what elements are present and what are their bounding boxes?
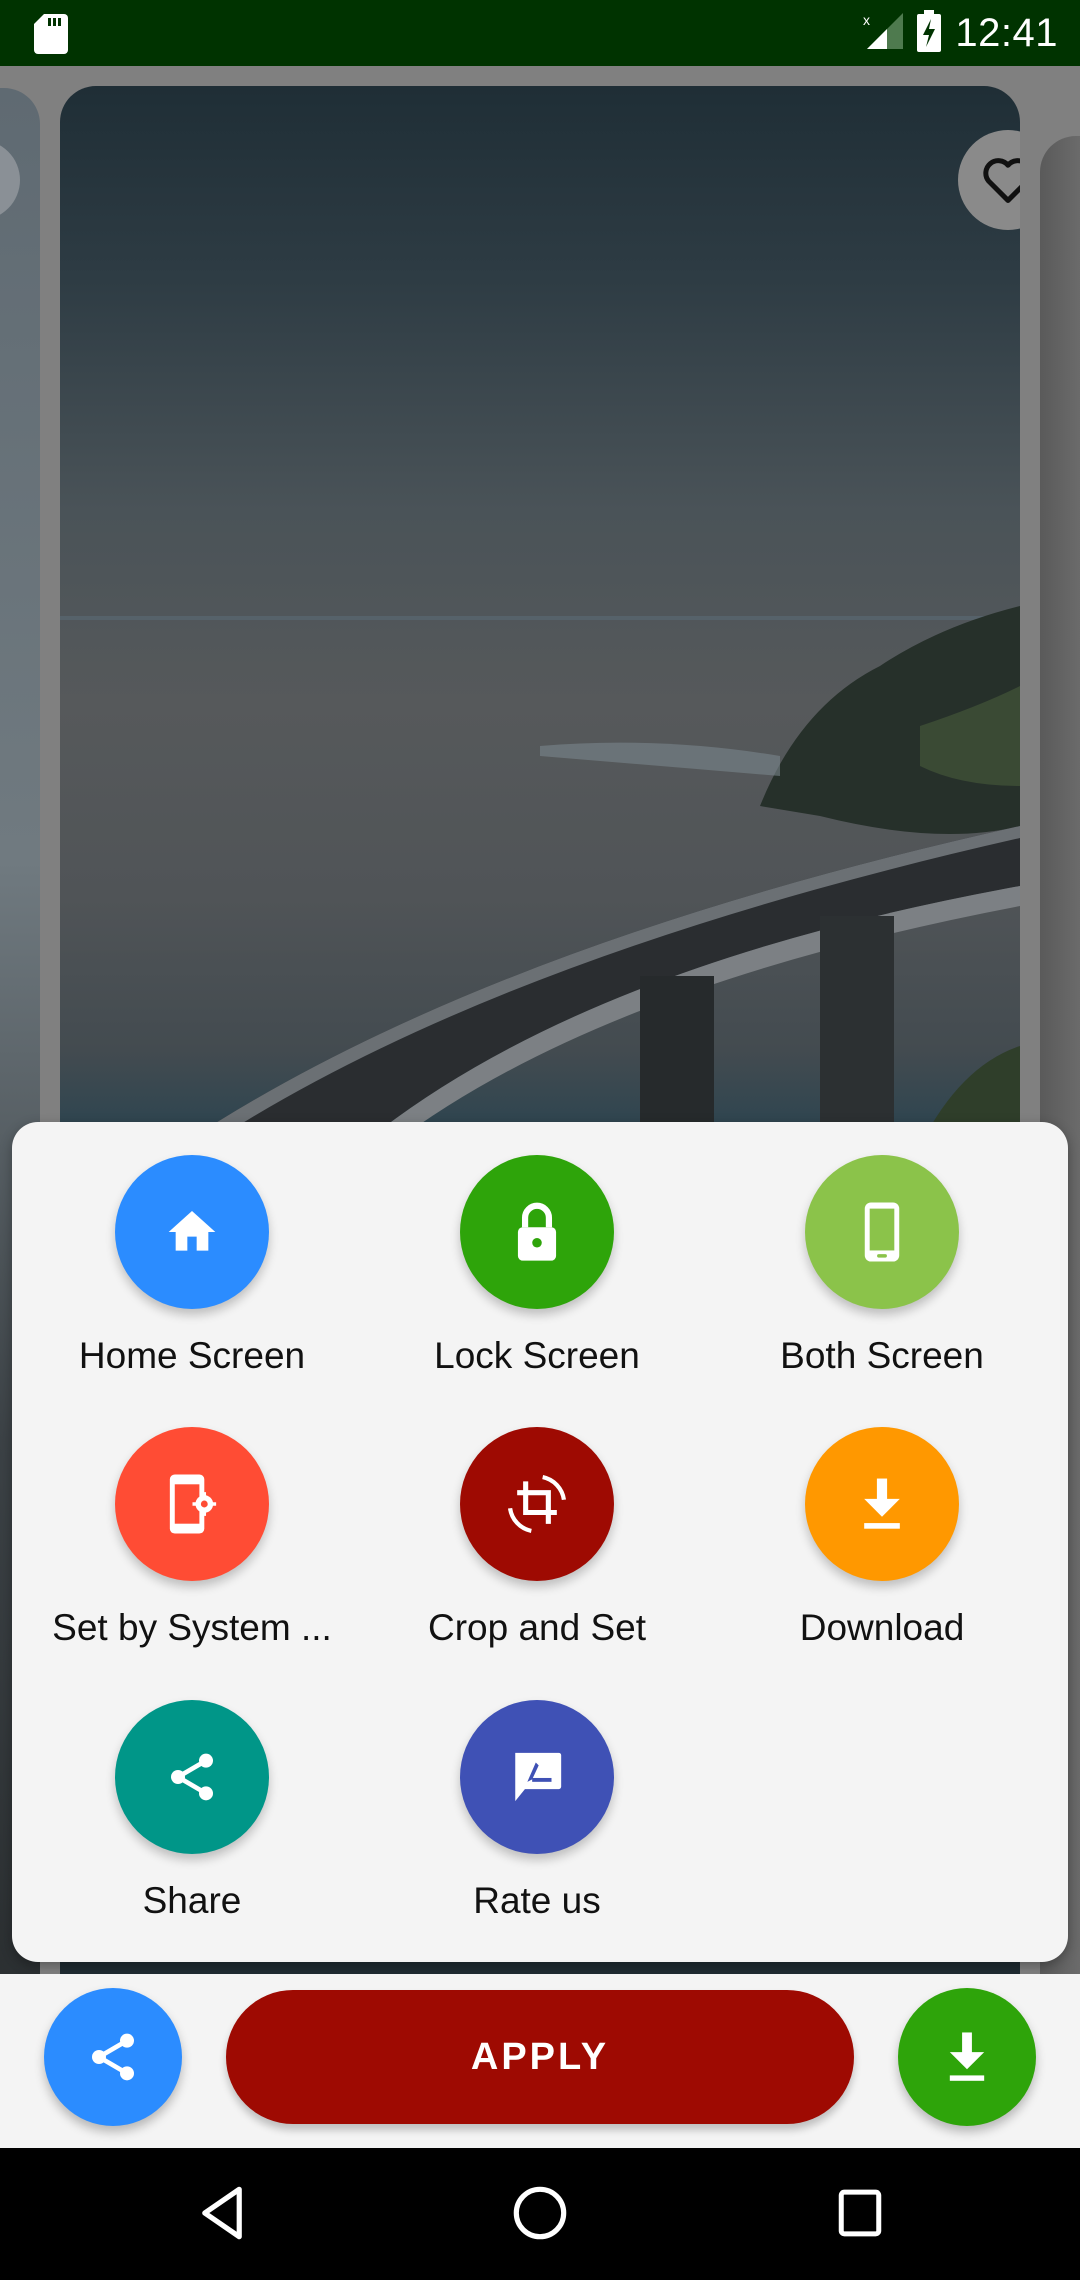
option-label: Lock Screen: [434, 1335, 640, 1376]
option-share[interactable]: Share: [19, 1700, 365, 1922]
option-label: Share: [142, 1880, 242, 1921]
battery-charging-icon: [917, 9, 942, 57]
system-nav-bar: [0, 2148, 1080, 2280]
option-label: Set by System ...: [52, 1607, 332, 1648]
set-by-system-button[interactable]: [115, 1427, 269, 1581]
clock: 12:41: [955, 10, 1058, 55]
previous-favorite-button: [0, 140, 20, 220]
home-icon: [168, 1211, 216, 1251]
signal-no-data-icon: x: [863, 11, 904, 56]
lock-icon: [517, 1202, 557, 1261]
option-home-screen[interactable]: Home Screen: [19, 1155, 365, 1377]
option-download[interactable]: Download: [709, 1427, 1055, 1649]
phone-settings-icon: [169, 1474, 217, 1534]
heart-outline-icon: [983, 158, 1020, 203]
option-lock-screen[interactable]: Lock Screen: [364, 1155, 710, 1377]
share-button[interactable]: [115, 1700, 269, 1854]
back-button[interactable]: [182, 2178, 262, 2248]
download-button[interactable]: [805, 1427, 959, 1581]
home-button[interactable]: [500, 2178, 580, 2248]
home-screen-button[interactable]: [115, 1155, 269, 1309]
option-both-screen[interactable]: Both Screen: [709, 1155, 1055, 1377]
both-screen-button[interactable]: [805, 1155, 959, 1309]
smartphone-icon: [864, 1202, 900, 1262]
apply-button[interactable]: APPLY: [226, 1990, 854, 2124]
recents-button[interactable]: [820, 2178, 900, 2248]
action-bar: APPLY: [0, 1974, 1080, 2148]
recents-icon: [838, 2189, 882, 2237]
option-label: Download: [799, 1607, 965, 1648]
status-bar: x 12:41: [0, 0, 1080, 66]
share-icon: [92, 2033, 134, 2081]
download-fab[interactable]: [898, 1988, 1036, 2126]
share-icon: [171, 1753, 213, 1801]
option-rate-us[interactable]: Rate us: [364, 1700, 710, 1922]
download-icon: [949, 2032, 985, 2081]
svg-text:x: x: [863, 12, 870, 28]
share-fab[interactable]: [44, 1988, 182, 2126]
option-label: Crop and Set: [427, 1607, 647, 1648]
rate-review-icon: [515, 1752, 562, 1802]
option-label: Rate us: [473, 1880, 601, 1921]
home-circle-icon: [513, 2186, 567, 2240]
option-set-by-system[interactable]: Set by System ...: [19, 1427, 365, 1649]
set-wallpaper-sheet: Home Screen Lock Screen Both Screen Set …: [12, 1122, 1068, 1962]
sd-card-icon: [34, 14, 68, 59]
rate-us-button[interactable]: [460, 1700, 614, 1854]
lock-screen-button[interactable]: [460, 1155, 614, 1309]
download-icon: [864, 1478, 900, 1529]
crop-rotate-icon: [507, 1475, 567, 1533]
crop-and-set-button[interactable]: [460, 1427, 614, 1581]
back-icon: [202, 2186, 242, 2240]
option-label: Both Screen: [780, 1335, 984, 1376]
option-crop-and-set[interactable]: Crop and Set: [364, 1427, 710, 1649]
option-label: Home Screen: [78, 1335, 306, 1376]
